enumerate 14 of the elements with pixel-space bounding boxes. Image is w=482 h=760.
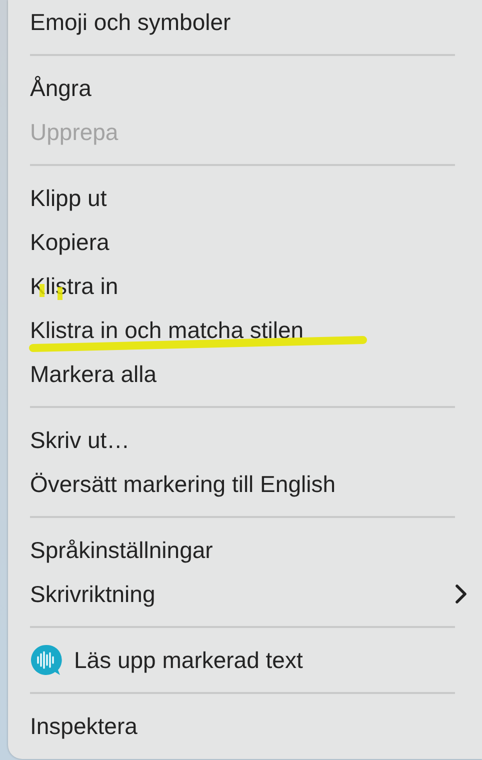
menu-item[interactable]: Skrivriktning [30, 572, 455, 616]
menu-item[interactable]: Klipp ut [30, 176, 455, 220]
menu-item[interactable]: Inspektera [30, 704, 455, 748]
menu-item[interactable]: Språkinställningar [30, 528, 455, 572]
speech-icon [30, 644, 62, 676]
menu-item[interactable]: Klistra in [30, 264, 455, 308]
menu-item[interactable]: Läs upp markerad text [30, 638, 455, 682]
menu-item[interactable]: Emoji och symboler [30, 0, 455, 44]
menu-item[interactable]: Markera alla [30, 352, 455, 396]
menu-item[interactable]: Översätt markering till English [30, 462, 455, 506]
menu-item[interactable]: Klistra in och matcha stilen [30, 308, 455, 352]
menu-item[interactable]: Skriv ut… [30, 418, 455, 462]
menu-item[interactable]: Ångra [30, 66, 455, 110]
menu-item[interactable]: Kopiera [30, 220, 455, 264]
